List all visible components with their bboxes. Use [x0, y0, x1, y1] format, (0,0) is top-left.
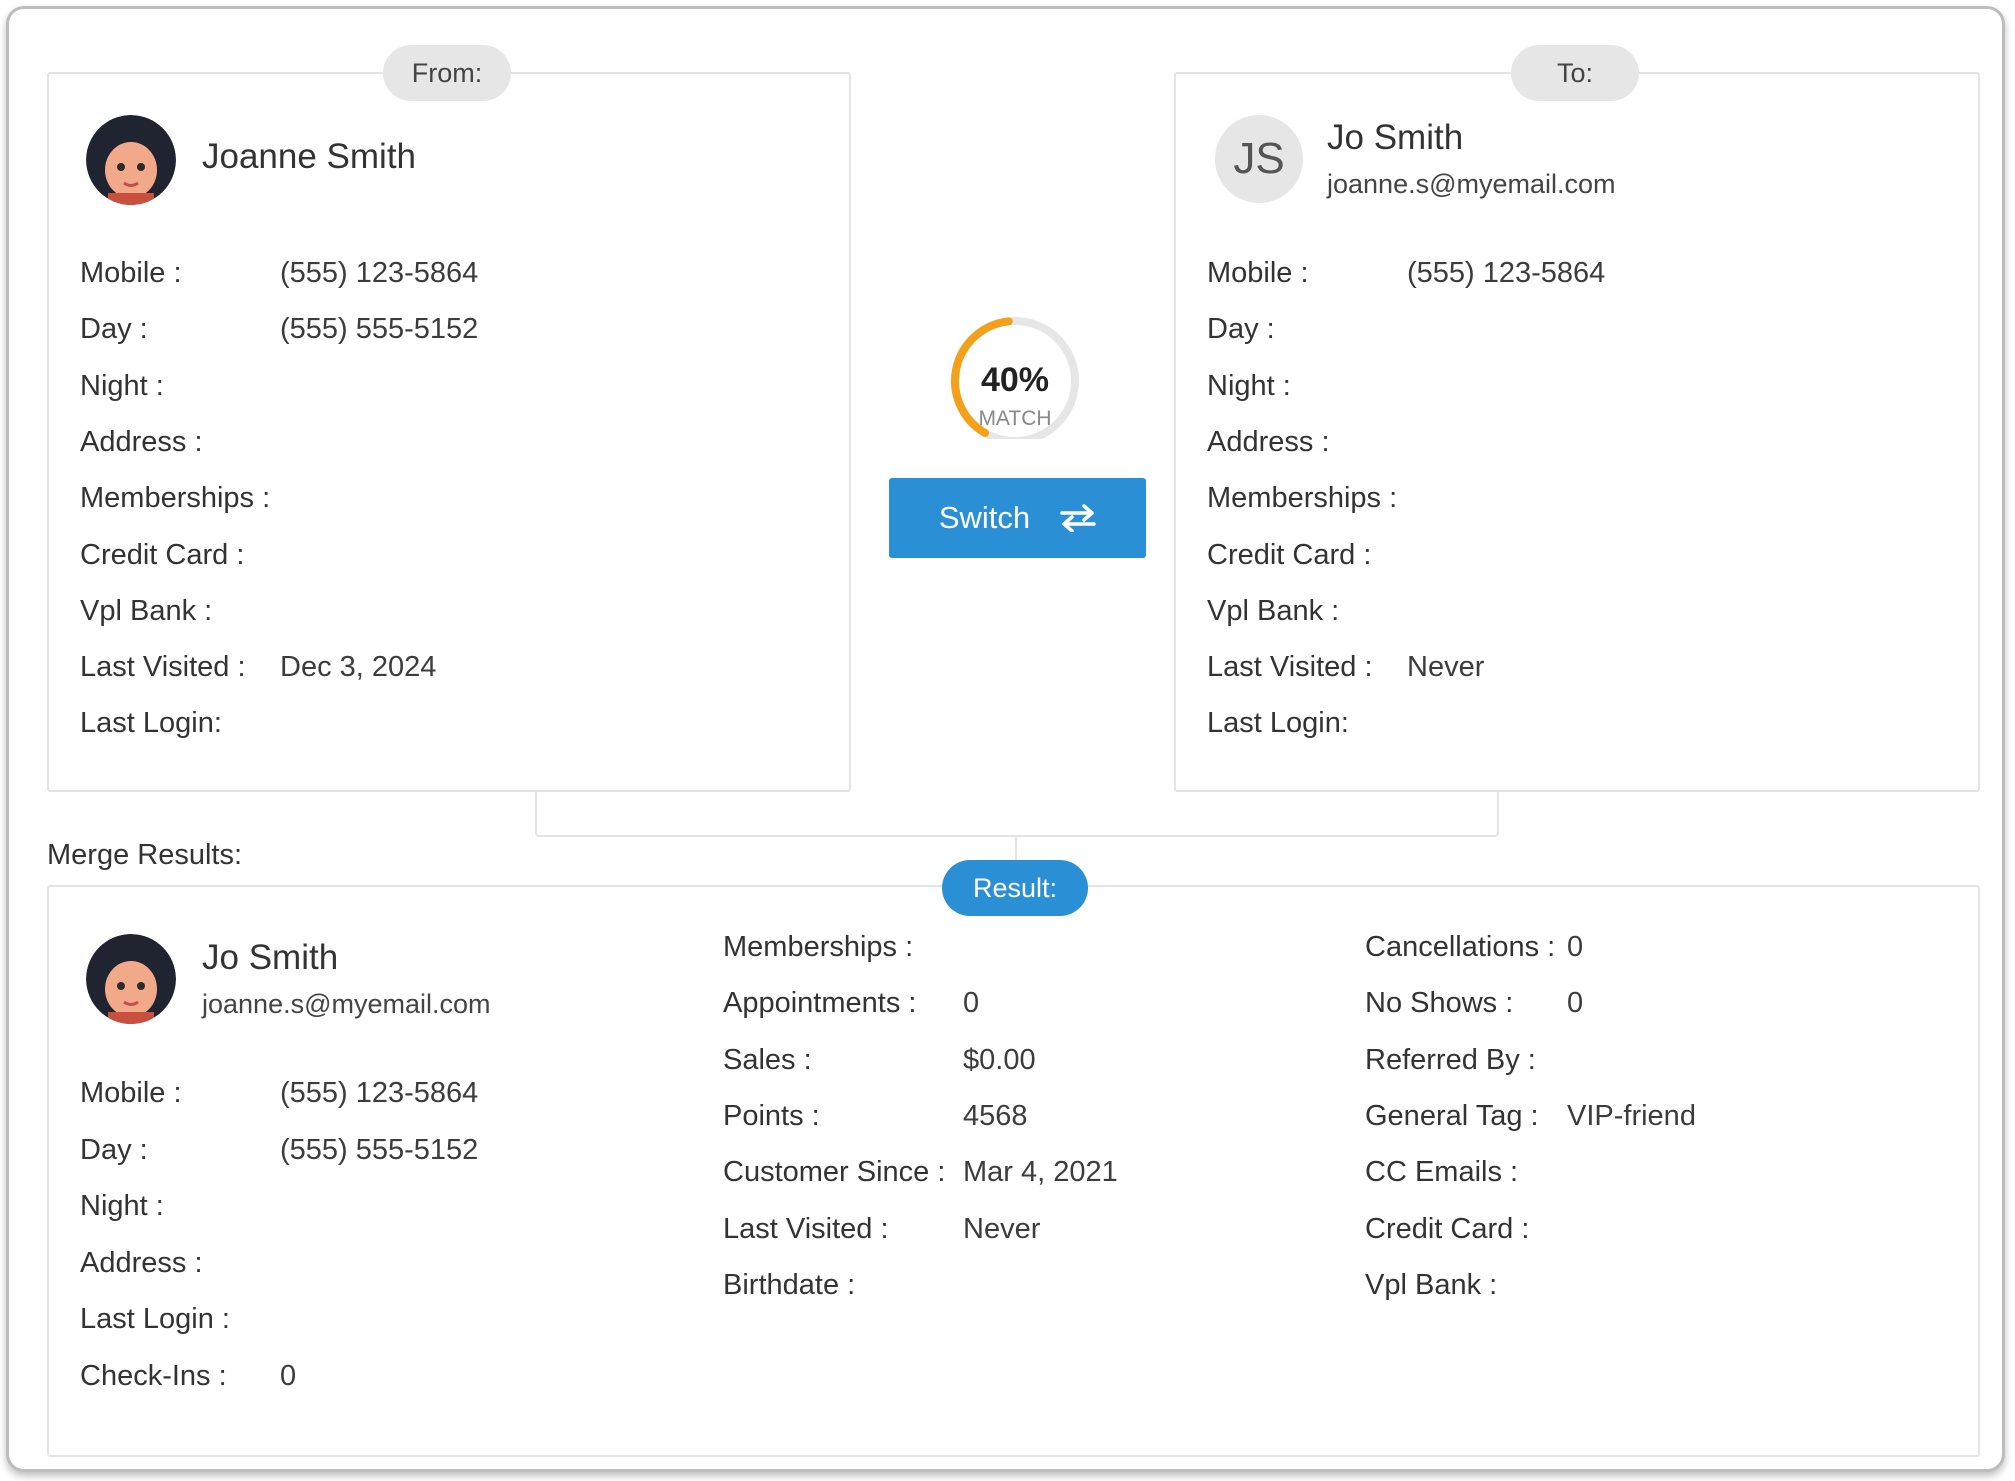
- field-label: Credit Card :: [1207, 538, 1372, 571]
- match-label: MATCH: [978, 407, 1052, 430]
- female-avatar-icon: [86, 115, 176, 205]
- from-avatar: [86, 115, 176, 205]
- field-label: Last Login:: [1207, 707, 1349, 740]
- field-value: (555) 123-5864: [1407, 257, 1606, 289]
- field-label: Memberships :: [1207, 482, 1398, 515]
- field-label: Vpl Bank :: [80, 594, 213, 627]
- field-value: 0: [280, 1360, 297, 1392]
- field-label: Appointments :: [723, 987, 917, 1020]
- field-label: Check-Ins :: [80, 1360, 227, 1392]
- field-label: Vpl Bank :: [1365, 1268, 1498, 1301]
- field-label: Day :: [80, 313, 148, 346]
- field-value: Dec 3, 2024: [280, 651, 437, 684]
- result-tag: Result:: [942, 860, 1088, 916]
- field-label: Credit Card :: [1365, 1212, 1530, 1245]
- field-label: Night :: [80, 1190, 164, 1223]
- field-label: Address :: [1207, 425, 1330, 458]
- field-label: Referred By :: [1365, 1043, 1536, 1076]
- field-label: Sales :: [723, 1043, 812, 1076]
- field-label: Night :: [80, 369, 164, 402]
- to-tag: To:: [1511, 45, 1639, 101]
- to-email: joanne.s@myemail.com: [1327, 169, 1616, 199]
- field-label: Last Visited :: [723, 1212, 889, 1245]
- field-label: Mobile :: [80, 257, 182, 289]
- field-label: Birthdate :: [723, 1268, 856, 1301]
- switch-button-label: Switch: [938, 500, 1031, 535]
- field-label: Vpl Bank :: [1207, 594, 1340, 627]
- field-value: 0: [1567, 931, 1584, 963]
- field-value: $0.00: [963, 1043, 1036, 1076]
- match-gauge: 40% MATCH: [941, 309, 1089, 445]
- field-value: (555) 555-5152: [280, 1133, 479, 1166]
- match-percent: 40%: [980, 361, 1050, 399]
- merge-results-title: Merge Results:: [47, 839, 243, 871]
- field-label: Night :: [1207, 369, 1291, 402]
- field-value: (555) 123-5864: [280, 1077, 479, 1109]
- field-label: Memberships :: [723, 931, 914, 963]
- field-label: Cancellations :: [1365, 931, 1556, 963]
- field-label: Last Login :: [80, 1303, 230, 1336]
- field-label: Last Visited :: [1207, 651, 1373, 684]
- field-label: Day :: [80, 1133, 148, 1166]
- connector-stem: [1015, 835, 1017, 863]
- field-value: 0: [1567, 987, 1584, 1020]
- field-label: Day :: [1207, 313, 1275, 346]
- switch-button[interactable]: Switch: [889, 478, 1146, 558]
- field-label: CC Emails :: [1365, 1156, 1519, 1189]
- field-label: Customer Since :: [723, 1156, 946, 1189]
- field-label: Last Visited :: [80, 651, 246, 684]
- field-value: VIP-friend: [1567, 1099, 1696, 1132]
- swap-arrows-icon: [1060, 504, 1096, 532]
- field-label: Address :: [80, 1246, 203, 1279]
- result-name: Jo Smith: [202, 938, 339, 977]
- field-value: (555) 555-5152: [280, 313, 479, 346]
- field-value: Mar 4, 2021: [963, 1156, 1118, 1189]
- field-label: General Tag :: [1365, 1099, 1539, 1132]
- field-value: (555) 123-5864: [280, 257, 479, 289]
- result-email: joanne.s@myemail.com: [202, 989, 491, 1019]
- from-tag: From:: [383, 45, 511, 101]
- field-value: Never: [1407, 651, 1485, 684]
- field-label: Last Login:: [80, 707, 222, 740]
- merge-dialog: From: Joanne Smith Mobile : (555) 123-586…: [6, 6, 2005, 1472]
- field-value: 0: [963, 987, 980, 1020]
- field-label: Address :: [80, 425, 203, 458]
- field-value: 4568: [963, 1099, 1028, 1132]
- connector-line: [535, 792, 1499, 837]
- field-label: Memberships :: [80, 482, 271, 515]
- field-label: Mobile :: [1207, 257, 1309, 289]
- female-avatar-icon: [86, 934, 176, 1024]
- field-value: Never: [963, 1212, 1041, 1245]
- field-label: Mobile :: [80, 1077, 182, 1109]
- field-label: No Shows :: [1365, 987, 1514, 1020]
- to-avatar-initials: JS: [1215, 115, 1303, 203]
- to-name: Jo Smith: [1327, 118, 1464, 157]
- field-label: Credit Card :: [80, 538, 245, 571]
- field-label: Points :: [723, 1099, 820, 1132]
- from-name: Joanne Smith: [202, 137, 417, 176]
- result-avatar: [86, 934, 176, 1024]
